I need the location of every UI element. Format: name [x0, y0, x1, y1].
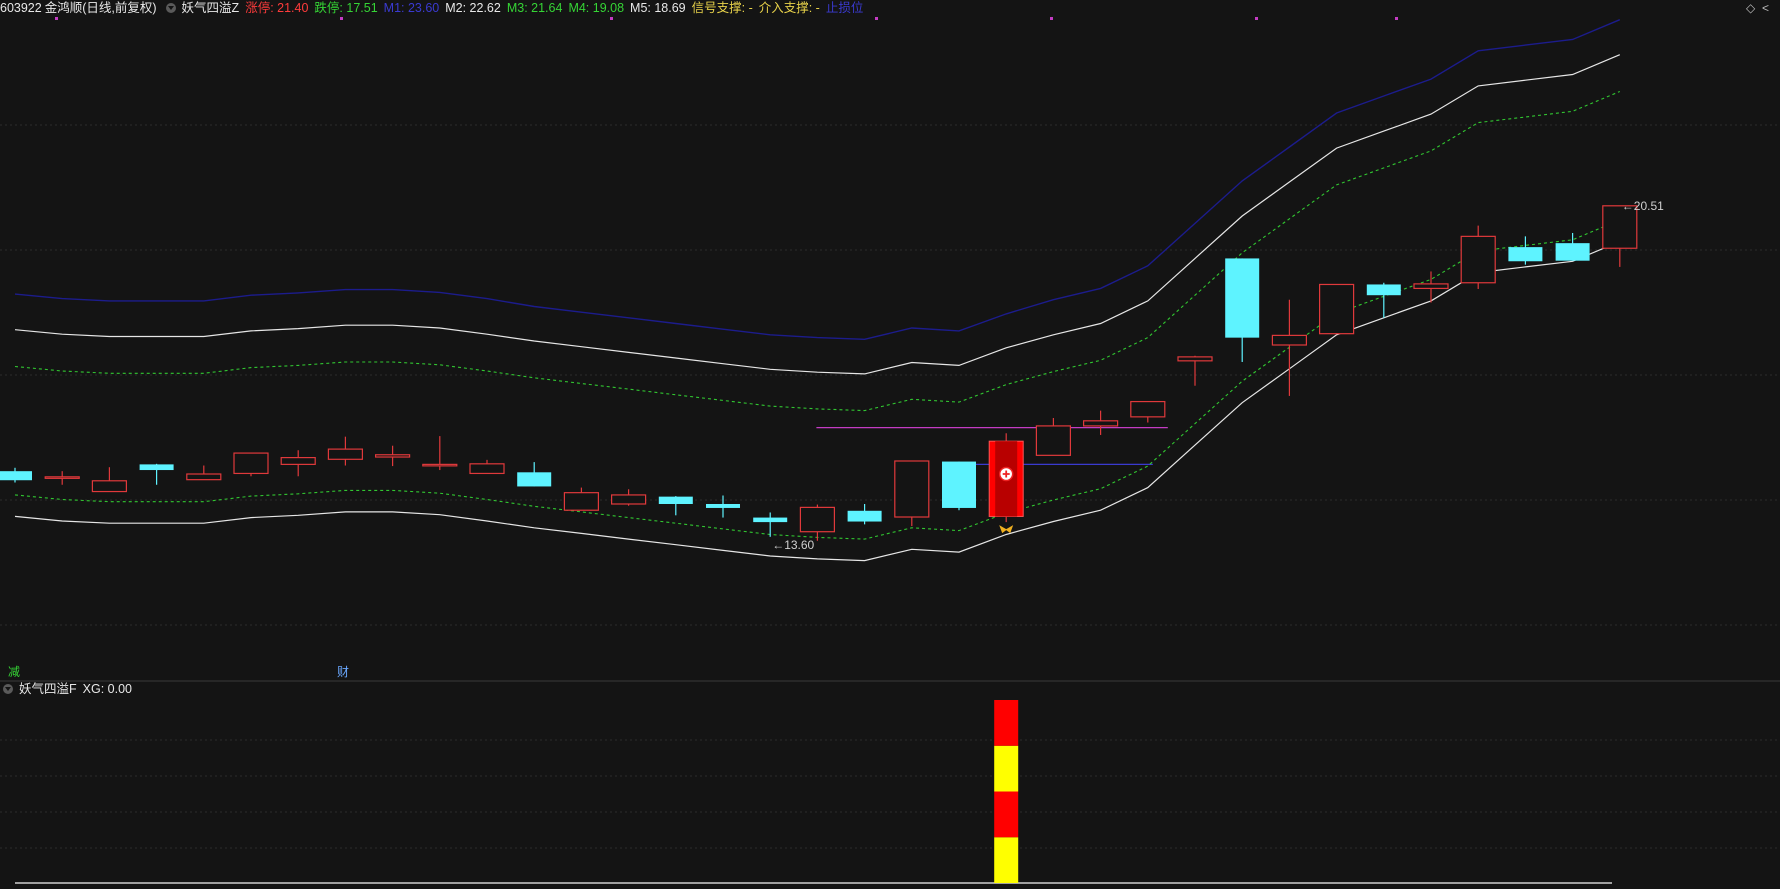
- indicator-value-limit-up: 涨停: 21.40: [245, 1, 309, 15]
- candle-body-20: [942, 461, 976, 508]
- candle-body-4: [186, 473, 222, 481]
- stock-name: 金鸿顺: [44, 1, 83, 15]
- candle-body-12: [563, 492, 600, 511]
- candle-body-23: [1082, 420, 1119, 427]
- indicator-value-m5: M5: 18.69: [630, 1, 686, 15]
- xg-bar-segment-1: [994, 791, 1019, 838]
- stock-chart-canvas: ←13.60 ←20.51 减 财: [0, 0, 1780, 889]
- candle-body-2: [91, 480, 128, 493]
- chevron-left-icon[interactable]: <: [1762, 1, 1769, 15]
- indicator-value-m3: M3: 21.64: [506, 1, 563, 15]
- stock-code: 603922: [0, 1, 42, 15]
- candle-body-8: [375, 454, 411, 458]
- indicator-value-limit-down: 跌停: 17.51: [314, 1, 378, 15]
- collapse-toggle-icon[interactable]: [165, 3, 176, 13]
- candle-body-13: [610, 494, 647, 505]
- candle-body-19: [894, 460, 930, 518]
- candle-body-6: [280, 456, 316, 465]
- lower-indicator-value: XG: 0.00: [82, 682, 132, 696]
- indicator-name[interactable]: 妖气四溢Z: [182, 1, 240, 15]
- candle-body-5: [233, 452, 269, 475]
- candle-body-15: [706, 503, 740, 508]
- indicator-value-entry-support: 介入支撑: -: [758, 1, 820, 15]
- indicator-value-m2: M2: 22.62: [445, 1, 501, 15]
- candle-body-16: [753, 517, 788, 523]
- candle-body-27: [1271, 334, 1308, 346]
- candle-body-0: [0, 471, 32, 481]
- candle-body-32: [1508, 247, 1543, 262]
- event-finance-marker: 财: [337, 665, 349, 679]
- candle-body-11: [517, 472, 552, 487]
- period-marker-1: [340, 17, 343, 20]
- diamond-icon[interactable]: ◇: [1746, 1, 1755, 15]
- indicator-value-signal-support: 信号支撑: -: [691, 1, 753, 15]
- period-label: (日线,前复权): [82, 1, 157, 15]
- indicator-value-stop-loss: 止损位: [825, 1, 864, 15]
- lower-indicator-name[interactable]: 妖气四溢F: [19, 682, 77, 696]
- candle-body-18: [847, 510, 882, 522]
- candle-body-26: [1225, 258, 1260, 338]
- period-marker-4: [1050, 17, 1053, 20]
- xg-bar-segment-2: [994, 745, 1019, 792]
- indicator-value-m4: M4: 19.08: [568, 1, 625, 15]
- lower-pane-header: 妖气四溢F XG: 0.00: [0, 681, 138, 697]
- candle-body-31: [1460, 235, 1496, 284]
- main-pane-header: 603922 金鸿顺(日线,前复权) 妖气四溢Z 涨停: 21.40 跌停: 17.51…: [0, 0, 869, 16]
- xg-bar-segment-0: [994, 837, 1019, 883]
- candle-body-25: [1177, 356, 1213, 362]
- event-reduce-marker: 减: [8, 665, 20, 679]
- indicator-value-m1: M1: 23.60: [383, 1, 440, 15]
- xg-bar-segment-3: [994, 700, 1019, 746]
- candle-body-1: [44, 476, 80, 479]
- xg-signal-bar: [994, 700, 1019, 883]
- period-marker-3: [875, 17, 878, 20]
- lower-collapse-toggle-icon[interactable]: [3, 684, 13, 694]
- candle-body-14: [658, 496, 693, 504]
- candle-body-29: [1366, 284, 1401, 296]
- candle-body-33: [1555, 243, 1590, 261]
- period-marker-0: [55, 17, 58, 20]
- candle-body-3: [139, 464, 174, 471]
- candle-body-10: [469, 463, 505, 475]
- chart-background: [0, 0, 1780, 889]
- candle-body-7: [327, 448, 363, 460]
- candle-body-22: [1035, 425, 1072, 456]
- candle-body-9: [422, 463, 458, 467]
- candle-body-24: [1130, 400, 1166, 418]
- period-marker-5: [1255, 17, 1258, 20]
- candle-body-17: [799, 506, 836, 533]
- candle-body-28: [1318, 283, 1355, 335]
- high-price-label: ←20.51: [1622, 199, 1664, 213]
- candle-body-30: [1413, 283, 1449, 290]
- period-marker-6: [1395, 17, 1398, 20]
- period-marker-2: [610, 17, 613, 20]
- low-price-label: ←13.60: [772, 538, 814, 552]
